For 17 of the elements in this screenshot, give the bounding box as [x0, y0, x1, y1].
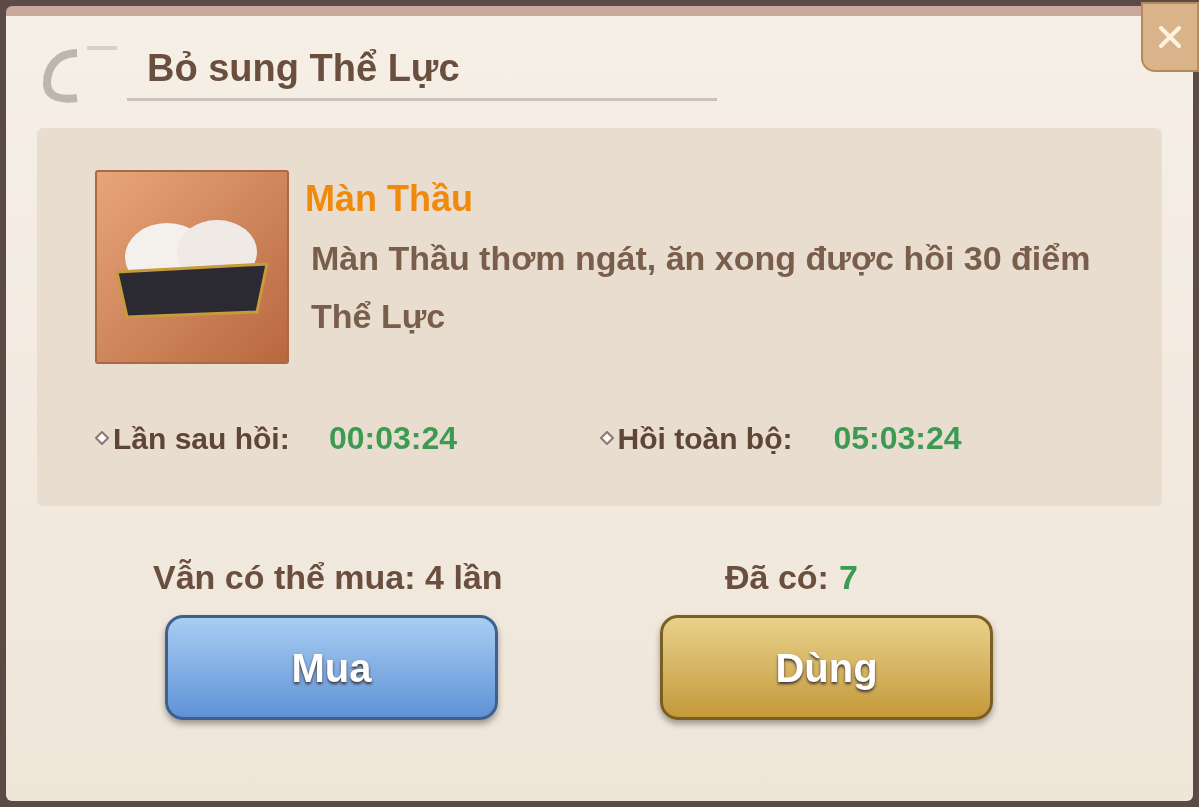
- use-button[interactable]: Dùng: [660, 615, 993, 720]
- timer-label: Lần sau hồi:: [113, 420, 291, 457]
- close-icon: [1157, 24, 1183, 50]
- purchases-left-text: Vẫn có thể mua: 4 lần: [153, 557, 504, 598]
- timer-value: 00:03:24: [329, 419, 458, 458]
- steamed-bun-item-icon: [95, 170, 289, 364]
- timer-value: 05:03:24: [833, 419, 962, 458]
- owned-label: Đã có:: [725, 557, 829, 598]
- diamond-bullet-icon: [95, 431, 109, 445]
- dialog-title: Bỏ sung Thể Lực: [147, 45, 461, 91]
- diamond-bullet-icon: [599, 431, 614, 445]
- timer-label: Hồi toàn bộ:: [617, 420, 794, 457]
- item-name: Màn Thầu: [305, 177, 474, 221]
- item-description: Màn Thầu thơm ngát, ăn xong được hồi 30 điểm Thể Lực: [311, 238, 1092, 337]
- owned-count: 7: [838, 557, 858, 598]
- close-button[interactable]: [1141, 2, 1199, 72]
- buy-button[interactable]: Mua: [165, 615, 498, 720]
